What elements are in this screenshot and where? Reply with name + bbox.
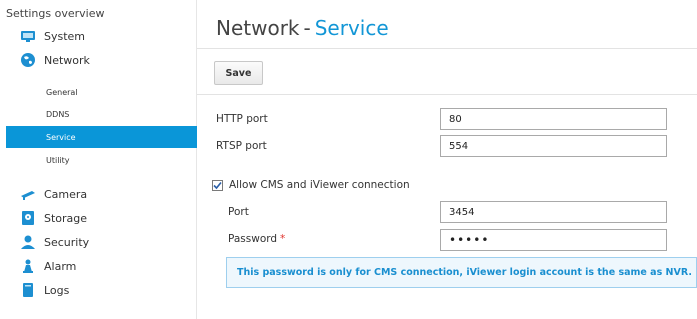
sidebar-subitem-utility[interactable]: Utility <box>6 149 197 171</box>
checkmark-icon <box>213 181 222 189</box>
book-icon <box>20 282 36 298</box>
sidebar-item-label: Alarm <box>44 259 77 273</box>
password-label: Password * <box>228 233 285 245</box>
page-title: Network - Service <box>216 16 389 40</box>
allow-cms-label: Allow CMS and iViewer connection <box>229 179 410 191</box>
port-input[interactable] <box>440 201 667 223</box>
main-panel: Network-Service Save HTTP port RTSP port… <box>197 0 697 319</box>
sidebar-item-label: Security <box>44 235 90 249</box>
required-mark: * <box>280 233 286 245</box>
disk-icon <box>20 210 36 226</box>
sidebar-item-label: Network <box>44 53 90 67</box>
sidebar: Settings overview System Network General… <box>0 0 197 319</box>
sidebar-item-label: Logs <box>44 283 70 297</box>
sidebar-item-label: Storage <box>44 211 88 225</box>
sidebar-item-label: System <box>44 29 86 43</box>
divider <box>197 94 697 95</box>
save-button[interactable]: Save <box>214 61 263 85</box>
sidebar-item-system[interactable]: System <box>0 25 197 47</box>
sidebar-item-alarm[interactable]: Alarm <box>0 255 197 277</box>
allow-cms-row: Allow CMS and iViewer connection <box>212 179 410 191</box>
sidebar-subitem-service[interactable]: Service <box>6 126 197 148</box>
password-label-text: Password <box>228 233 278 245</box>
sidebar-item-security[interactable]: Security <box>0 231 197 253</box>
globe-icon <box>20 52 36 68</box>
password-input[interactable] <box>440 229 667 251</box>
page-title-page: Service <box>314 16 389 40</box>
user-icon <box>20 234 36 250</box>
sidebar-item-logs[interactable]: Logs <box>0 279 197 301</box>
sidebar-item-label: Camera <box>44 187 88 201</box>
sidebar-item-storage[interactable]: Storage <box>0 207 197 229</box>
page-title-separator: - <box>303 16 311 40</box>
http-port-label: HTTP port <box>216 113 268 125</box>
rtsp-port-label: RTSP port <box>216 140 267 152</box>
sidebar-item-network[interactable]: Network <box>0 49 197 71</box>
alarm-icon <box>20 258 36 274</box>
monitor-icon <box>20 28 36 44</box>
allow-cms-checkbox[interactable] <box>212 179 223 191</box>
sidebar-subitem-ddns[interactable]: DDNS <box>6 103 197 125</box>
info-note: This password is only for CMS connection… <box>226 257 697 288</box>
rtsp-port-input[interactable] <box>440 135 667 157</box>
sidebar-title: Settings overview <box>6 7 105 20</box>
sidebar-item-camera[interactable]: Camera <box>0 183 197 205</box>
http-port-input[interactable] <box>440 108 667 130</box>
port-label: Port <box>228 206 249 218</box>
camera-icon <box>20 186 36 202</box>
page-title-section: Network <box>216 16 300 40</box>
sidebar-subitem-general[interactable]: General <box>6 81 197 103</box>
divider <box>197 48 697 49</box>
